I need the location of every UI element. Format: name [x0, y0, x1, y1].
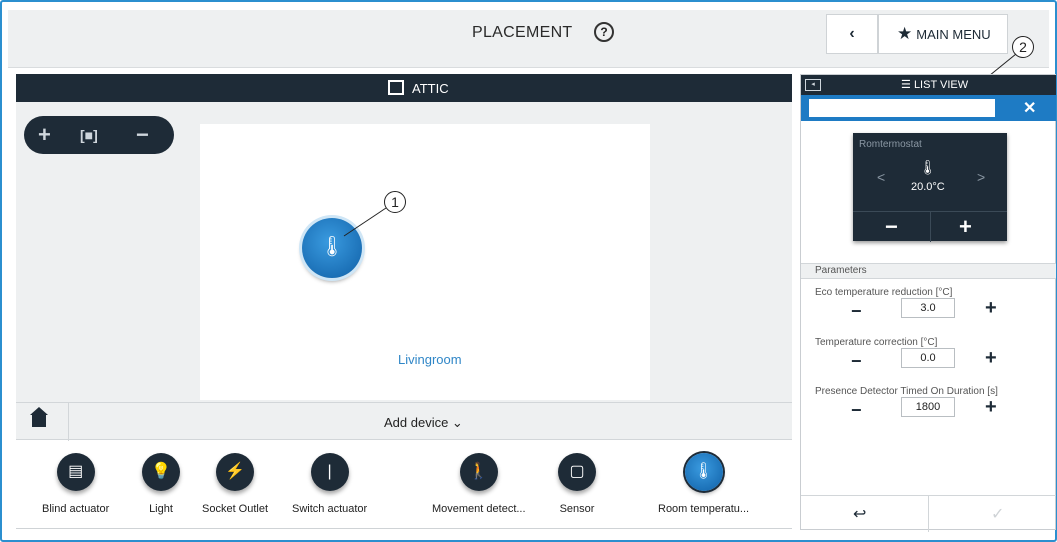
- list-icon: ☰: [901, 79, 911, 91]
- home-icon[interactable]: [30, 407, 48, 427]
- param-decrease-button[interactable]: −: [851, 301, 862, 322]
- list-view-toggle[interactable]: ☰ LIST VIEW: [901, 78, 968, 91]
- param-label: Eco temperature reduction [°C]: [815, 287, 953, 298]
- device-palette: ▤ Blind actuator 💡 Light ⚡ Socket Outlet…: [16, 441, 792, 529]
- floor-label: ATTIC: [412, 81, 449, 96]
- param-temperature-correction: Temperature correction [°C] − 0.0 +: [815, 337, 1055, 371]
- palette-item-sensor[interactable]: ▢ Sensor: [558, 453, 596, 515]
- param-eco-reduction: Eco temperature reduction [°C] − 3.0 +: [815, 287, 1055, 321]
- param-presence-duration: Presence Detector Timed On Duration [s] …: [815, 386, 1055, 420]
- main-menu-label: MAIN MENU: [916, 27, 991, 42]
- zoom-in-button[interactable]: +: [38, 122, 51, 148]
- room-label: Livingroom: [398, 352, 462, 367]
- zoom-fit-button[interactable]: [■]: [80, 127, 98, 143]
- param-increase-button[interactable]: +: [985, 347, 997, 370]
- divider: [930, 212, 931, 242]
- palette-item-blind-actuator[interactable]: ▤ Blind actuator: [42, 453, 109, 515]
- param-value-field[interactable]: 3.0: [901, 298, 955, 318]
- increase-temperature-button[interactable]: +: [959, 214, 972, 240]
- add-device-toggle[interactable]: Add device ⌄: [384, 415, 463, 431]
- palette-item-switch-actuator[interactable]: | Switch actuator: [292, 453, 367, 515]
- zoom-out-button[interactable]: −: [136, 122, 149, 148]
- palette-item-label: Light: [149, 503, 173, 515]
- blind-actuator-icon: ▤: [56, 453, 95, 491]
- thermostat-card: Romtermostat < 🌡 20.0°C > − +: [853, 133, 1007, 242]
- param-increase-button[interactable]: +: [985, 396, 997, 419]
- main-menu-button[interactable]: ★ MAIN MENU: [878, 14, 1008, 54]
- back-button[interactable]: ‹: [826, 14, 878, 54]
- zoom-controls: + [■] −: [24, 116, 174, 154]
- previous-arrow-icon[interactable]: <: [877, 169, 885, 185]
- setpoint-buttons: − +: [853, 211, 1007, 242]
- switch-actuator-icon: |: [310, 453, 349, 491]
- movement-detector-icon: 🚶: [459, 453, 498, 491]
- list-view-label: LIST VIEW: [913, 79, 969, 91]
- floor-bar: ATTIC: [16, 74, 792, 102]
- param-decrease-button[interactable]: −: [851, 351, 862, 372]
- param-value-field[interactable]: 1800: [901, 397, 955, 417]
- palette-item-room-temperature[interactable]: 🌡 Room temperatu...: [658, 453, 749, 515]
- thermometer-icon: 🌡: [919, 159, 937, 175]
- palette-item-socket-outlet[interactable]: ⚡ Socket Outlet: [202, 453, 268, 515]
- thermostat-icon: 🌡: [684, 453, 723, 491]
- back-arrow-icon[interactable]: ↩: [853, 504, 866, 524]
- palette-item-label: Socket Outlet: [202, 503, 269, 515]
- param-increase-button[interactable]: +: [985, 297, 997, 320]
- search-row: ✕: [801, 95, 1056, 121]
- temperature-value: 20.0°C: [911, 181, 945, 193]
- add-device-bar: Add device ⌄: [16, 402, 792, 441]
- palette-item-label: Blind actuator: [42, 503, 110, 515]
- star-icon: ★: [897, 24, 913, 43]
- parameters-heading: Parameters: [801, 263, 1056, 279]
- param-label: Temperature correction [°C]: [815, 337, 938, 348]
- floorplan-room[interactable]: 🌡 Livingroom: [200, 124, 650, 400]
- search-input[interactable]: [809, 99, 995, 117]
- next-arrow-icon[interactable]: >: [977, 169, 985, 185]
- palette-item-label: Sensor: [559, 503, 595, 515]
- param-value-field[interactable]: 0.0: [901, 348, 955, 368]
- divider: [68, 403, 69, 441]
- palette-item-label: Switch actuator: [292, 503, 368, 515]
- device-panel: ◂ ☰ LIST VIEW ✕ Romtermostat < 🌡 20.0°C …: [800, 74, 1056, 532]
- palette-item-movement-detector[interactable]: 🚶 Movement detect...: [432, 453, 526, 515]
- close-icon[interactable]: ✕: [1023, 98, 1036, 118]
- param-decrease-button[interactable]: −: [851, 400, 862, 421]
- palette-item-label: Movement detect...: [432, 503, 526, 515]
- param-label: Presence Detector Timed On Duration [s]: [815, 386, 998, 397]
- list-view-bar: ◂ ☰ LIST VIEW: [801, 75, 1056, 95]
- light-bulb-icon: 💡: [142, 453, 180, 491]
- divider: [928, 496, 929, 532]
- collapse-panel-icon[interactable]: ◂: [805, 79, 821, 91]
- decrease-temperature-button[interactable]: −: [885, 214, 898, 240]
- sensor-icon: ▢: [558, 453, 596, 491]
- confirm-check-icon[interactable]: ✓: [991, 504, 1004, 524]
- page-title: PLACEMENT: [472, 24, 573, 41]
- palette-item-light[interactable]: 💡 Light: [142, 453, 180, 515]
- floor-plan-icon: [388, 80, 404, 95]
- callout-1-leader: [343, 207, 387, 237]
- help-icon[interactable]: ?: [594, 22, 614, 42]
- socket-outlet-icon: ⚡: [216, 453, 255, 491]
- panel-footer: ↩ ✓: [801, 495, 1056, 532]
- device-name: Romtermostat: [859, 139, 922, 150]
- palette-item-label: Room temperatu...: [658, 503, 750, 515]
